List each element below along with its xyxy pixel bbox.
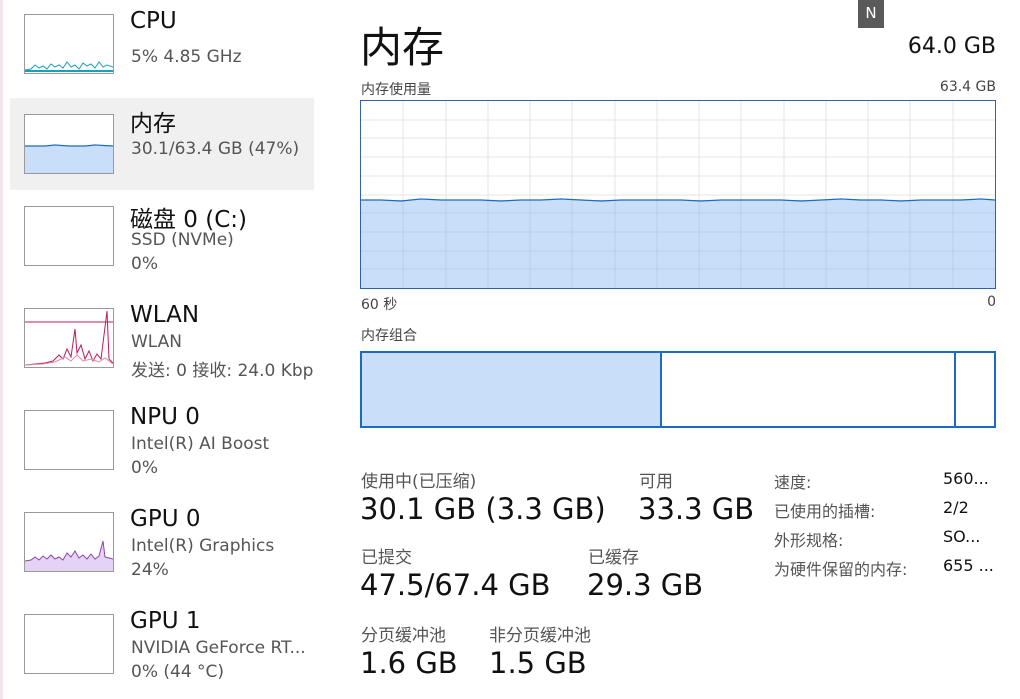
total-memory: 64.0 GB: [907, 34, 996, 59]
memory-thumbnail-graph: [24, 114, 114, 174]
committed-label: 已提交: [361, 548, 412, 568]
memory-usage-graph: [360, 100, 996, 289]
nonpaged-pool-label: 非分页缓冲池: [489, 626, 591, 646]
in-use-label: 使用中(已压缩): [361, 472, 477, 492]
sidebar-item-detail: 0%: [131, 458, 158, 478]
time-axis-start: 60 秒: [361, 297, 398, 313]
sidebar-item-gpu-0[interactable]: GPU 0 Intel(R) Graphics 24%: [10, 500, 314, 592]
paged-pool-label: 分页缓冲池: [361, 626, 446, 646]
sidebar-item-memory[interactable]: 内存 30.1/63.4 GB (47%): [10, 98, 314, 190]
sidebar-item-subtitle: 30.1/63.4 GB (47%): [131, 139, 300, 159]
sidebar-item-disk-0[interactable]: 磁盘 0 (C:) SSD (NVMe) 0%: [10, 194, 314, 286]
form-factor-label: 外形规格:: [774, 531, 844, 550]
sidebar-item-subtitle: Intel(R) Graphics: [131, 536, 275, 556]
sidebar-item-title: GPU 1: [130, 608, 201, 634]
committed-value: 47.5/67.4 GB: [360, 568, 551, 602]
sidebar-item-title: NPU 0: [130, 404, 200, 430]
speed-label: 速度:: [774, 473, 812, 492]
nonpaged-pool-value: 1.5 GB: [489, 646, 587, 680]
composition-label: 内存组合: [361, 328, 417, 344]
sidebar-item-title: GPU 0: [130, 506, 201, 532]
npu-thumbnail-graph: [24, 410, 114, 470]
sidebar-item-subtitle: Intel(R) AI Boost: [131, 434, 270, 454]
available-label: 可用: [639, 472, 673, 492]
paged-pool-value: 1.6 GB: [360, 646, 458, 680]
sidebar-item-title: CPU: [130, 8, 177, 34]
disk-thumbnail-graph: [24, 206, 114, 266]
wlan-thumbnail-graph: [24, 308, 114, 368]
hardware-reserved-label: 为硬件保留的内存:: [774, 560, 908, 579]
sidebar-item-title: 内存: [130, 111, 176, 137]
sidebar-item-title: 磁盘 0 (C:): [130, 207, 248, 233]
usage-graph-max: 63.4 GB: [939, 79, 996, 95]
slots-used-label: 已使用的插槽:: [774, 502, 876, 521]
window-left-edge: [0, 0, 3, 699]
sidebar-item-cpu[interactable]: CPU 5% 4.85 GHz: [10, 2, 314, 94]
sidebar-item-npu-0[interactable]: NPU 0 Intel(R) AI Boost 0%: [10, 398, 314, 490]
sidebar-item-subtitle: NVIDIA GeForce RT...: [131, 638, 306, 658]
time-axis-end: 0: [987, 294, 996, 310]
available-value: 33.3 GB: [638, 492, 755, 526]
sidebar-item-subtitle: 5% 4.85 GHz: [131, 47, 242, 67]
hardware-reserved-value: 655 ...: [943, 556, 994, 575]
sidebar-item-detail: 0%: [131, 254, 158, 274]
speed-value: 560...: [943, 469, 989, 488]
sidebar-item-detail: 24%: [131, 560, 169, 580]
gpu0-thumbnail-graph: [24, 512, 114, 572]
sidebar-item-detail: 发送: 0 接收: 24.0 Kbp: [131, 361, 314, 381]
slots-used-value: 2/2: [943, 498, 969, 517]
composition-in-use-segment: [362, 353, 662, 426]
sidebar-item-detail: 0% (44 °C): [131, 662, 225, 682]
sidebar-item-gpu-1[interactable]: GPU 1 NVIDIA GeForce RT... 0% (44 °C): [10, 602, 314, 694]
page-title: 内存: [360, 23, 445, 72]
memory-composition-bar: [360, 351, 996, 428]
sidebar-item-title: WLAN: [130, 302, 200, 328]
cached-value: 29.3 GB: [587, 568, 704, 602]
sidebar-item-subtitle: SSD (NVMe): [131, 230, 234, 250]
n-badge[interactable]: N: [858, 0, 884, 28]
cached-label: 已缓存: [588, 548, 639, 568]
form-factor-value: SO...: [943, 527, 981, 546]
cpu-thumbnail-graph: [24, 14, 114, 74]
sidebar-item-subtitle: WLAN: [131, 332, 183, 352]
composition-available-segment: [662, 353, 956, 426]
in-use-value: 30.1 GB (3.3 GB): [360, 492, 606, 526]
sidebar-item-wlan[interactable]: WLAN WLAN 发送: 0 接收: 24.0 Kbp: [10, 296, 314, 388]
usage-graph-grid: [361, 101, 995, 200]
gpu1-thumbnail-graph: [24, 614, 114, 674]
usage-graph-label: 内存使用量: [361, 82, 431, 98]
